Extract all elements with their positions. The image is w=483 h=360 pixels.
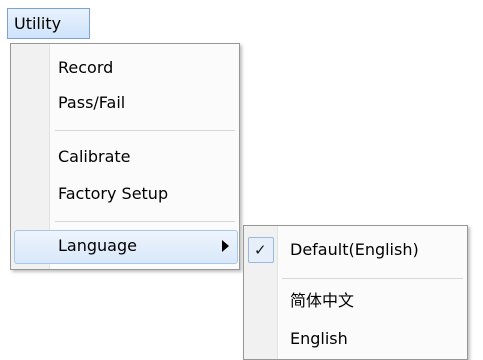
utility-menu: Record Pass/Fail Calibrate Factory Setup…: [10, 43, 240, 270]
menu-item-default-english[interactable]: Default(English): [290, 234, 460, 266]
submenu-arrow-icon: [222, 240, 229, 252]
check-box: ✓: [248, 237, 274, 263]
menu-item-factory-setup[interactable]: Factory Setup: [58, 178, 233, 210]
menu-separator: [55, 130, 235, 131]
submenu-separator: [282, 278, 463, 279]
menu-item-record[interactable]: Record: [58, 52, 233, 84]
menu-item-english[interactable]: English: [290, 323, 460, 355]
menu-item-language[interactable]: Language: [14, 230, 238, 264]
menu-item-language-label: Language: [58, 236, 137, 255]
menu-item-pass-fail[interactable]: Pass/Fail: [58, 87, 233, 119]
menu-utility[interactable]: Utility: [7, 8, 90, 39]
menu-item-calibrate[interactable]: Calibrate: [58, 141, 233, 173]
menu-item-simplified-chinese[interactable]: 简体中文: [290, 285, 460, 317]
checkmark-icon: ✓: [254, 241, 267, 259]
language-submenu: ✓ Default(English) 简体中文 English: [243, 225, 468, 360]
menu-separator: [55, 221, 235, 222]
